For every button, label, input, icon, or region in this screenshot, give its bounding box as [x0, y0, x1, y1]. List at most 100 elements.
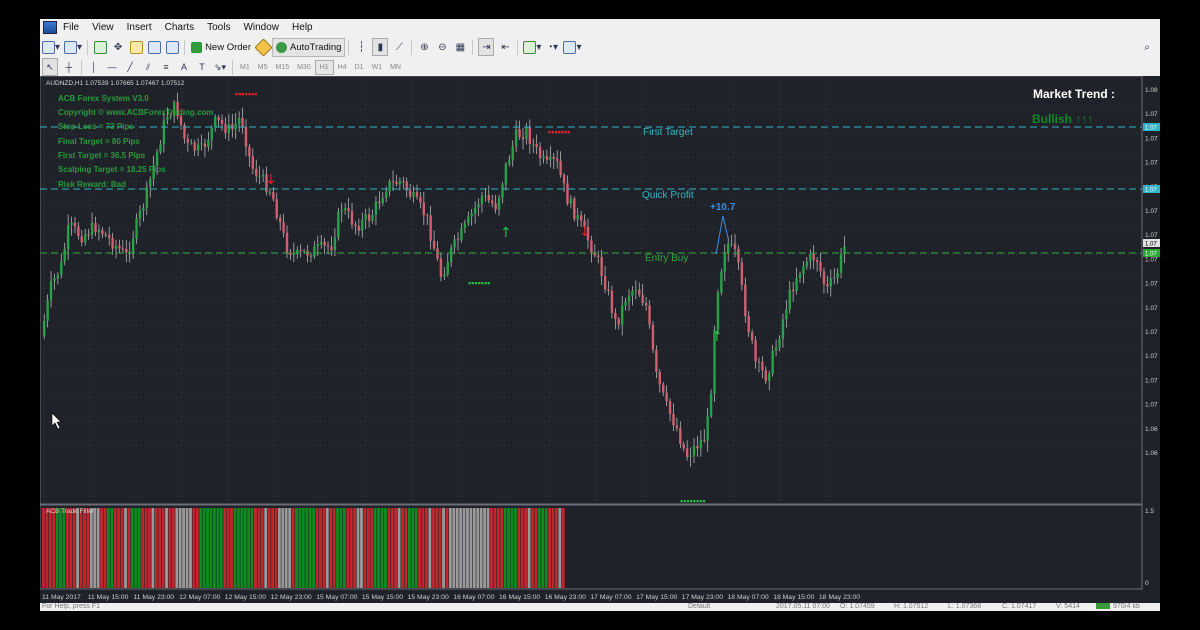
crosshair-icon[interactable]: ┼ — [62, 59, 76, 75]
navigator-icon[interactable] — [129, 39, 143, 55]
timeframe-d1[interactable]: D1 — [351, 61, 368, 74]
timeframe-h1[interactable]: H1 — [314, 59, 334, 75]
market-watch-icon[interactable] — [93, 39, 107, 55]
fibonacci-icon[interactable]: ≡ — [159, 59, 173, 75]
chart-shift-icon[interactable]: ⇥ — [478, 38, 495, 56]
candle-body — [757, 361, 761, 363]
candle-body — [573, 198, 576, 220]
candle-body — [460, 228, 463, 241]
trendline-icon[interactable]: ╱ — [123, 59, 137, 75]
filter-bar — [548, 508, 551, 588]
candle-body — [309, 255, 313, 257]
filter-bar — [295, 508, 298, 588]
timeframe-m30[interactable]: M30 — [293, 61, 315, 74]
sell-arrow-icon: ↓ — [265, 172, 277, 188]
periods-icon[interactable]: ◔▾ — [545, 39, 559, 55]
price-chart[interactable]: First Target Quick Profit Entry Buy AUDN… — [40, 76, 1160, 604]
autoscroll-icon[interactable]: ⇤ — [498, 39, 512, 55]
cursor-icon[interactable]: ↖ — [42, 58, 58, 76]
autotrading-button[interactable]: AutoTrading — [272, 37, 346, 57]
zoom-in-icon[interactable]: ⊕ — [417, 39, 431, 55]
candle-body — [815, 260, 819, 262]
candle-body — [819, 261, 822, 272]
candle-body — [313, 246, 316, 257]
menu-charts[interactable]: Charts — [165, 22, 194, 33]
candle-body — [46, 300, 49, 321]
timeframe-m5[interactable]: M5 — [254, 61, 272, 74]
price-tick-label: 1.06 — [1145, 426, 1158, 433]
filter-bar — [199, 508, 203, 588]
arrows-icon[interactable]: ⇘▾ — [213, 59, 227, 75]
filter-bar — [271, 508, 274, 588]
line-chart-icon[interactable]: ⟋ — [392, 39, 406, 55]
candle-body — [703, 439, 706, 441]
filter-bar — [366, 508, 370, 588]
indicators-icon[interactable]: ▾ — [523, 39, 541, 55]
candle-body — [234, 123, 237, 130]
menu-window[interactable]: Window — [243, 22, 279, 33]
candle-body — [545, 156, 549, 160]
terminal-icon[interactable] — [147, 39, 161, 55]
candle-body — [258, 175, 261, 177]
filter-bar — [144, 508, 148, 588]
candle-body — [443, 274, 446, 277]
candle-body — [70, 222, 73, 226]
candle-body — [456, 239, 460, 241]
filter-bar — [346, 508, 350, 588]
time-tick-label: 11 May 23:00 — [133, 594, 174, 601]
chart-header: AUDNZD,H1 1.07539 1.07665 1.07467 1.0751… — [46, 80, 185, 87]
new-chart-icon[interactable]: ▾ — [42, 39, 60, 55]
timeframe-mn[interactable]: MN — [386, 61, 405, 74]
templates-icon[interactable]: ▾ — [563, 39, 581, 55]
filter-bar — [414, 508, 418, 588]
vertical-line-icon[interactable]: │ — [87, 59, 101, 75]
menu-help[interactable]: Help — [292, 22, 313, 33]
candle-body — [299, 249, 302, 252]
candle-body — [774, 347, 778, 351]
metaeditor-icon[interactable] — [253, 37, 273, 57]
candle-body — [323, 241, 326, 246]
timeframe-m15[interactable]: M15 — [271, 61, 293, 74]
buy-signal-dots-1: ▪▪▪▪▪▪▪ — [468, 278, 490, 288]
timeframe-w1[interactable]: W1 — [368, 61, 387, 74]
filter-bar — [288, 508, 292, 588]
indicator-line-1: ACB Forex System V3.0 — [58, 94, 149, 103]
time-tick-label: 16 May 07:00 — [453, 594, 494, 601]
filter-bar — [503, 508, 507, 588]
channel-icon[interactable]: ⫽ — [141, 59, 155, 75]
menu-file[interactable]: File — [63, 22, 79, 33]
menu-insert[interactable]: Insert — [127, 22, 152, 33]
menu-view[interactable]: View — [92, 22, 114, 33]
filter-bar — [55, 508, 59, 588]
profiles-icon[interactable]: ▾ — [64, 39, 82, 55]
menu-tools[interactable]: Tools — [207, 22, 230, 33]
strategy-tester-icon[interactable] — [165, 39, 179, 55]
new-order-button[interactable]: New Order — [188, 39, 254, 56]
candle-body — [111, 237, 114, 249]
horizontal-line-icon[interactable]: — — [105, 59, 119, 75]
filter-bar — [257, 508, 261, 588]
candle-body — [43, 320, 46, 336]
text-label-icon[interactable]: T — [195, 59, 209, 75]
time-tick-label: 11 May 2017 — [42, 594, 81, 601]
zoom-out-icon[interactable]: ⊖ — [435, 39, 449, 55]
data-window-icon[interactable]: ✥ — [111, 39, 125, 55]
filter-bar — [561, 508, 565, 588]
candle-body — [648, 305, 651, 325]
first-target-label: First Target — [643, 127, 693, 138]
candle-body — [227, 124, 231, 133]
search-icon[interactable]: ⌕ — [1140, 39, 1154, 55]
candle-body — [125, 248, 128, 253]
candle-body — [542, 156, 545, 159]
candlestick-icon[interactable]: ▮ — [372, 38, 389, 56]
bar-chart-icon[interactable]: ┆ — [354, 39, 368, 55]
tile-windows-icon[interactable]: ▦ — [453, 39, 467, 55]
status-bar: For Help, press F1 Default 2017.05.11 07… — [40, 603, 1160, 611]
timeframe-h4[interactable]: H4 — [334, 61, 351, 74]
text-icon[interactable]: A — [177, 59, 191, 75]
candle-body — [579, 215, 583, 221]
filter-bar — [541, 508, 545, 588]
time-tick-label: 12 May 23:00 — [271, 594, 312, 601]
timeframe-m1[interactable]: M1 — [236, 61, 254, 74]
filter-bar — [106, 508, 110, 588]
